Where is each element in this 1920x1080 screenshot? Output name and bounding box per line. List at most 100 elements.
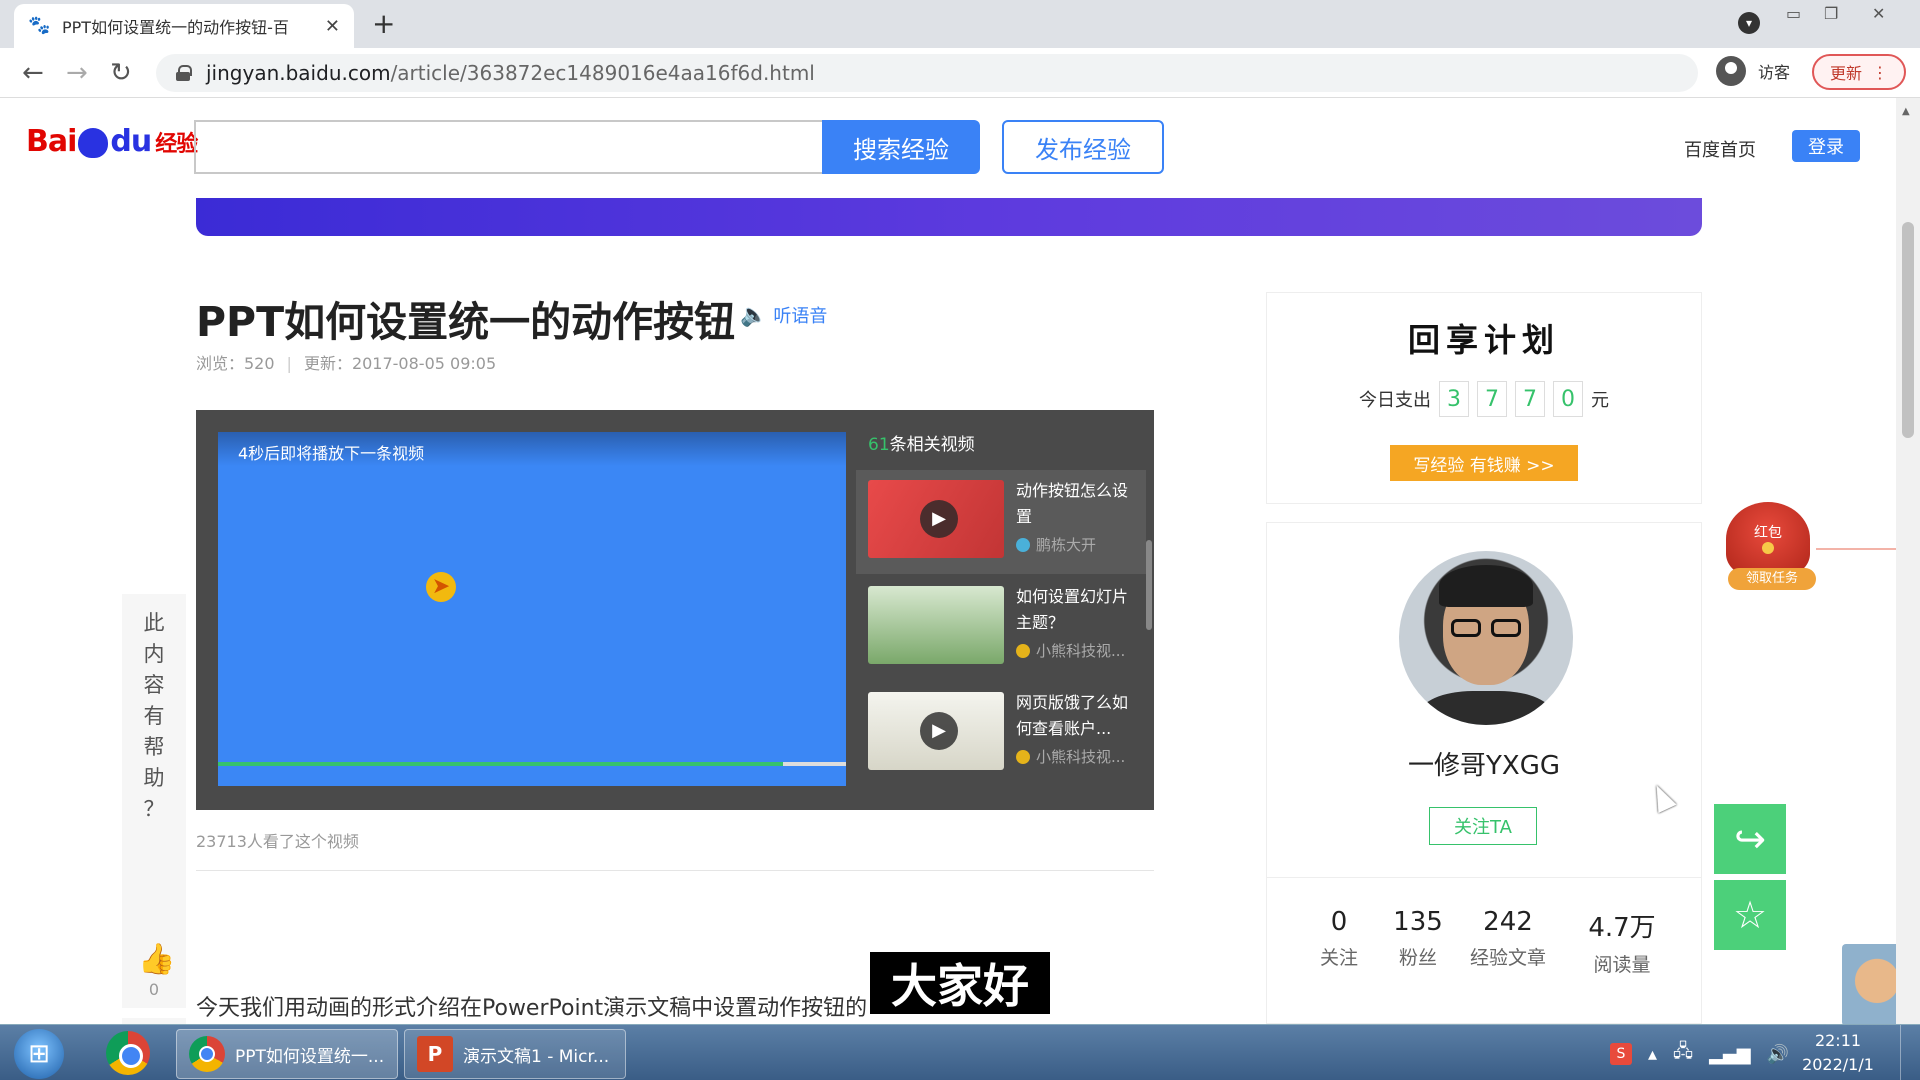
user-icon [1716, 56, 1746, 86]
address-bar[interactable]: jingyan.baidu.com/article/363872ec148901… [156, 54, 1698, 92]
divider [1816, 548, 1896, 550]
page-content: Bai du 经验 搜索经验 发布经验 百度首页 登录 PPT如何设置统一的动作按钮… [0, 98, 1896, 1024]
profile-menu-icon[interactable]: ▾ [1738, 12, 1760, 34]
baidu-jingyan-logo[interactable]: Bai du 经验 [26, 124, 198, 159]
thumbs-up-icon[interactable]: 👍 [138, 942, 175, 977]
taskbar-ppt-window[interactable]: P 演示文稿1 - Micr... [404, 1029, 626, 1079]
powerpoint-icon: P [417, 1036, 453, 1072]
url-text: jingyan.baidu.com/article/363872ec148901… [206, 61, 815, 85]
taskbar: ⊞ PPT如何设置统一... P 演示文稿1 - Micr... S ▴ 🖧 ▂… [0, 1024, 1920, 1080]
tray-expand-icon[interactable]: ▴ [1648, 1044, 1657, 1065]
volume-icon[interactable]: 🔊 [1767, 1044, 1789, 1065]
show-desktop-button[interactable] [1900, 1025, 1920, 1080]
video-thumbnail: ▶ [868, 692, 1004, 770]
minimize-icon[interactable]: ▭ [1786, 2, 1801, 26]
author-name[interactable]: 一修哥YXGG [1267, 745, 1701, 782]
claim-task-label: 领取任务 [1728, 568, 1816, 590]
close-icon[interactable]: ✕ [325, 16, 340, 37]
clock[interactable]: 22:11 2022/1/1 [1790, 1029, 1886, 1077]
red-packet-icon: 红包 [1726, 502, 1810, 576]
share-icon[interactable]: ↪ [1714, 804, 1786, 874]
article-title: PPT如何设置统一的动作按钮 [196, 298, 736, 346]
author-avatar-icon [1016, 537, 1030, 552]
avatar[interactable] [1399, 551, 1573, 725]
cartoon-avatar [1842, 944, 1896, 1024]
publish-button[interactable]: 发布经验 [1002, 120, 1164, 174]
related-videos-header: 61条相关视频 [868, 435, 975, 455]
video-player[interactable]: 4秒后即将播放下一条视频 ➤ [218, 432, 846, 786]
stat-articles[interactable]: 242 经验文章 [1463, 907, 1553, 970]
lock-icon [176, 65, 192, 81]
search-input[interactable] [194, 120, 824, 174]
scrollbar-thumb[interactable] [1902, 222, 1914, 438]
video-caption: 大家好 [870, 952, 1050, 1014]
more-vert-icon: ⋮ [1872, 62, 1888, 82]
video-section: 4秒后即将播放下一条视频 ➤ 61条相关视频 ▶ 动作按钮怎么设置 鹏栋大开 如… [196, 410, 1154, 810]
related-video-item[interactable]: 如何设置幻灯片主题？ 小熊科技视... [856, 576, 1146, 680]
stat-following[interactable]: 0 关注 [1319, 907, 1359, 970]
follow-button[interactable]: 关注TA [1429, 807, 1537, 845]
stat-fans[interactable]: 135 粉丝 [1383, 907, 1453, 970]
article-meta: 浏览：520 | 更新：2017-08-05 09:05 [196, 354, 497, 373]
address-toolbar: ← → ↻ jingyan.baidu.com/article/363872ec… [0, 48, 1920, 98]
author-card: 一修哥YXGG 关注TA 0 关注 135 粉丝 242 经验文章 4.7万 阅读量 [1266, 522, 1702, 1024]
play-icon: ▶ [920, 500, 958, 538]
video-progress-bar[interactable] [218, 762, 846, 766]
related-scrollbar[interactable] [1146, 540, 1152, 630]
visitor-profile[interactable]: 访客 [1716, 56, 1790, 86]
login-button[interactable]: 登录 [1792, 130, 1860, 162]
next-video-notice: 4秒后即将播放下一条视频 [218, 432, 846, 466]
related-video-item[interactable]: ▶ 动作按钮怎么设置 鹏栋大开 [856, 470, 1146, 574]
chrome-icon[interactable] [106, 1031, 150, 1075]
update-button[interactable]: 更新 ⋮ [1812, 54, 1906, 90]
listen-audio-button[interactable]: 🔈 听语音 [740, 302, 827, 328]
play-icon: ▶ [920, 712, 958, 750]
chrome-icon [189, 1036, 225, 1072]
browser-tab[interactable]: 🐾 PPT如何设置统一的动作按钮-百 ✕ [14, 4, 354, 48]
helpful-panel: 此内容有帮助？ 👍 0 [122, 594, 186, 1008]
taskbar-chrome-window[interactable]: PPT如何设置统一... [176, 1029, 398, 1079]
pointer-highlight-icon: ➤ [426, 572, 456, 602]
close-window-icon[interactable]: ✕ [1872, 2, 1885, 26]
restore-icon[interactable]: ❐ [1824, 2, 1838, 26]
tab-title: PPT如何设置统一的动作按钮-百 [62, 18, 289, 37]
ime-icon[interactable]: S [1610, 1043, 1632, 1065]
windows-start-icon[interactable]: ⊞ [14, 1029, 64, 1079]
video-thumbnail: ▶ [868, 480, 1004, 558]
related-video-item[interactable]: ▶ 网页版饿了么如何查看账户... 小熊科技视... [856, 682, 1146, 786]
search-button[interactable]: 搜索经验 [822, 120, 980, 174]
reload-icon[interactable]: ↻ [110, 58, 132, 88]
stat-reads[interactable]: 4.7万 阅读量 [1577, 907, 1667, 977]
article-intro: 今天我们用动画的形式介绍在PowerPoint演示文稿中设置动作按钮的 [196, 996, 868, 1021]
new-tab-button[interactable]: + [372, 8, 395, 40]
scroll-up-icon[interactable]: ▲ [1902, 106, 1910, 117]
spend-digit: 0 [1553, 381, 1583, 417]
write-experience-button[interactable]: 写经验 有钱赚 >> [1390, 445, 1578, 481]
author-avatar-icon [1016, 749, 1030, 764]
spend-digit: 3 [1439, 381, 1469, 417]
baidu-home-link[interactable]: 百度首页 [1684, 136, 1756, 162]
baidu-paw-icon: 🐾 [28, 15, 51, 36]
like-count: 0 [148, 980, 160, 999]
baidu-paw-icon [78, 127, 109, 158]
spend-digit: 7 [1515, 381, 1545, 417]
star-icon[interactable]: ☆ [1714, 880, 1786, 950]
system-tray: S ▴ 🖧 ▂▄▆ 🔊 [1610, 1039, 1789, 1069]
network-icon[interactable]: 🖧 [1673, 1039, 1693, 1069]
divider [196, 870, 1154, 871]
plan-title: 回享计划 [1407, 321, 1560, 359]
spend-digit: 7 [1477, 381, 1507, 417]
video-thumbnail [868, 586, 1004, 664]
top-banner[interactable] [196, 198, 1702, 236]
back-icon[interactable]: ← [22, 58, 44, 88]
reward-plan-card: 回享计划 今日支出 3 7 7 0 元 写经验 有钱赚 >> [1266, 292, 1702, 504]
page-scrollbar[interactable]: ▲ [1896, 98, 1920, 1024]
speaker-icon: 🔈 [740, 302, 768, 328]
browser-tab-strip: 🐾 PPT如何设置统一的动作按钮-百 ✕ + ▾ ▭ ❐ ✕ [0, 0, 1920, 48]
signal-icon[interactable]: ▂▄▆ [1709, 1044, 1751, 1065]
watched-count: 23713人看了这个视频 [196, 832, 359, 851]
daily-spend: 今日支出 3 7 7 0 元 [1267, 381, 1701, 417]
author-avatar-icon [1016, 643, 1030, 658]
helpful-question: 此内容有帮助？ [143, 611, 165, 821]
forward-icon[interactable]: → [66, 58, 88, 88]
